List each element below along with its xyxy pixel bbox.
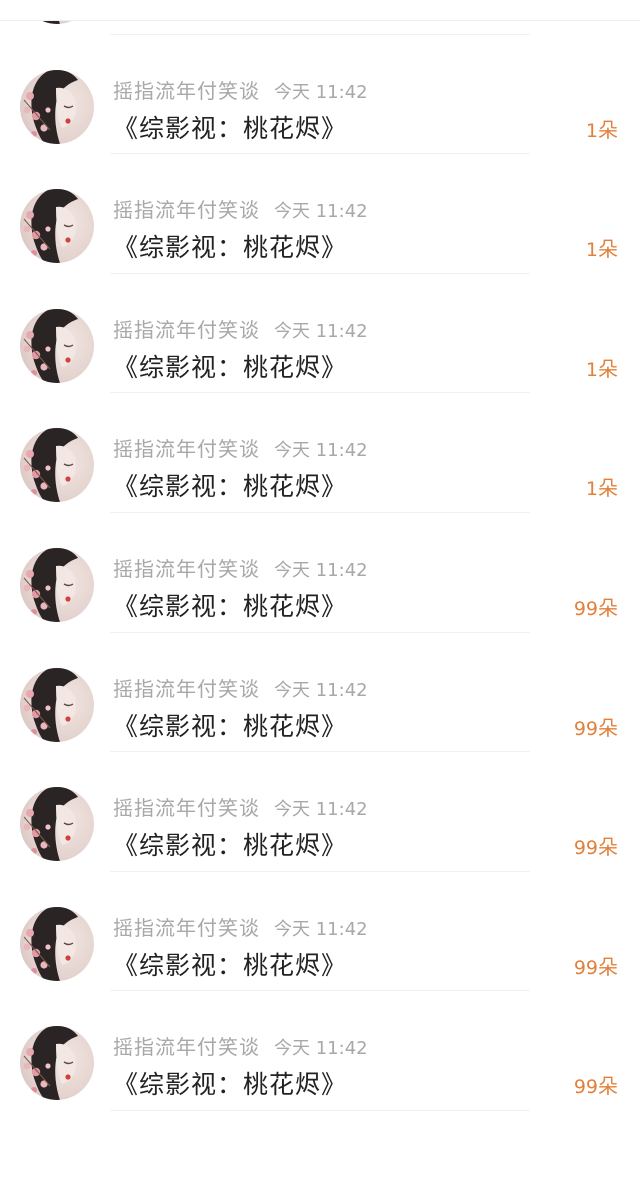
flower-amount: 99朵: [574, 951, 618, 980]
amount-number: 99: [573, 956, 598, 979]
book-title[interactable]: 《综影视：桃花烬》: [113, 707, 347, 743]
timestamp: 今天 11:42: [274, 799, 368, 821]
gift-record-page: 摇指流年付笑谈 今天 11:42 《综影视：桃花烬》 1朵 摇指流年付笑谈 今天 1…: [0, 0, 640, 1182]
user-avatar-icon: [23, 189, 78, 264]
record-meta: 摇指流年付笑谈 今天 11:42: [113, 912, 368, 941]
book-title[interactable]: 《综影视：桃花烬》: [113, 946, 347, 982]
gift-record-row[interactable]: 摇指流年付笑谈 今天 11:42 《综影视：桃花烬》 99朵: [0, 991, 640, 1111]
user-name[interactable]: 摇指流年付笑谈: [113, 437, 260, 461]
flower-amount: 1朵: [586, 472, 618, 501]
gift-record-row[interactable]: 摇指流年付笑谈今天 11:42 《综影视：桃花烬》 1朵: [0, 154, 640, 274]
user-avatar-icon: [23, 787, 78, 862]
timestamp: 今天 11:42: [274, 320, 368, 342]
amount-number: 99: [573, 597, 598, 620]
user-avatar-icon: [23, 667, 78, 742]
gift-record-row[interactable]: 摇指流年付笑谈今天 11:42 《综影视：桃花烬》 1朵: [0, 274, 640, 394]
gift-record-list[interactable]: 摇指流年付笑谈 今天 11:42 《综影视：桃花烬》 1朵 摇指流年付笑谈 今天 1…: [0, 0, 640, 1111]
record-meta: 摇指流年付笑谈 今天 11:42: [113, 673, 368, 702]
record-meta: 摇指流年付笑谈 今天 11:42: [113, 1031, 368, 1060]
timestamp: 今天 11:42: [274, 559, 368, 581]
flower-amount: 1朵: [586, 353, 618, 382]
user-avatar-icon: [23, 547, 78, 622]
user-avatar-icon: [23, 308, 78, 383]
avatar[interactable]: [20, 189, 94, 264]
record-meta: 摇指流年付笑谈 今天 11:42: [113, 792, 368, 821]
user-avatar-icon: [23, 428, 78, 503]
book-title[interactable]: 《综影视：桃花烬》: [113, 826, 347, 862]
amount-unit: 朵: [598, 476, 618, 501]
flower-amount: 99朵: [574, 831, 618, 860]
timestamp: 今天 11:42: [274, 440, 368, 462]
avatar[interactable]: [20, 906, 94, 981]
user-name[interactable]: 摇指流年付笑谈: [113, 198, 260, 222]
user-name[interactable]: 摇指流年付笑谈: [113, 79, 260, 103]
user-name[interactable]: 摇指流年付笑谈: [113, 677, 260, 701]
amount-unit: 朵: [598, 1074, 618, 1099]
book-title[interactable]: 《综影视：桃花烬》: [113, 1065, 347, 1101]
user-name[interactable]: 摇指流年付笑谈: [113, 796, 260, 820]
user-name[interactable]: 摇指流年付笑谈: [113, 318, 260, 342]
amount-unit: 朵: [598, 237, 618, 262]
user-name[interactable]: 摇指流年付笑谈: [113, 1035, 260, 1059]
book-title[interactable]: 《综影视：桃花烬》: [113, 348, 347, 384]
avatar[interactable]: [20, 428, 94, 503]
amount-unit: 朵: [598, 595, 618, 620]
amount-number: 99: [573, 717, 598, 740]
timestamp: 今天 11:42: [274, 918, 368, 940]
book-title[interactable]: 《综影视：桃花烬》: [113, 109, 347, 145]
amount-number: 99: [573, 1076, 598, 1099]
amount-number: 1: [585, 358, 598, 381]
book-title[interactable]: 《综影视：桃花烬》: [113, 228, 347, 264]
avatar[interactable]: [20, 667, 94, 742]
flower-amount: 99朵: [574, 712, 618, 741]
user-avatar-icon: [23, 906, 78, 981]
user-name[interactable]: 摇指流年付笑谈: [113, 557, 260, 581]
timestamp: 今天 11:42: [274, 1038, 368, 1060]
avatar[interactable]: [20, 1026, 94, 1101]
user-name[interactable]: 摇指流年付笑谈: [113, 916, 260, 940]
gift-record-row[interactable]: 摇指流年付笑谈 今天 11:42 《综影视：桃花烬》 99朵: [0, 872, 640, 992]
flower-amount: 1朵: [586, 233, 618, 262]
gift-record-row[interactable]: 摇指流年付笑谈 今天 11:42 《综影视：桃花烬》 99朵: [0, 752, 640, 872]
timestamp: 今天 11:42: [274, 201, 368, 223]
book-title[interactable]: 《综影视：桃花烬》: [113, 467, 347, 503]
avatar[interactable]: [20, 69, 94, 144]
gift-record-row[interactable]: 摇指流年付笑谈 今天 11:42 《综影视：桃花烬》 99朵: [0, 513, 640, 633]
record-meta: 摇指流年付笑谈 今天 11:42: [113, 75, 368, 104]
gift-record-row[interactable]: 摇指流年付笑谈今天 11:42 《综影视：桃花烬》 1朵: [0, 35, 640, 155]
avatar[interactable]: [20, 308, 94, 383]
amount-number: 1: [585, 119, 598, 142]
gift-record-row[interactable]: 摇指流年付笑谈 今天 11:42 《综影视：桃花烬》 99朵: [0, 633, 640, 753]
amount-unit: 朵: [598, 835, 618, 860]
book-title[interactable]: 《综影视：桃花烬》: [113, 587, 347, 623]
amount-unit: 朵: [598, 715, 618, 740]
user-avatar-icon: [23, 69, 78, 144]
record-meta: 摇指流年付笑谈 今天 11:42: [113, 314, 368, 343]
flower-amount: 99朵: [574, 592, 618, 621]
avatar[interactable]: [20, 787, 94, 862]
timestamp: 今天 11:42: [274, 81, 368, 103]
amount-unit: 朵: [598, 117, 618, 142]
top-bar: [0, 0, 640, 21]
user-avatar-icon: [23, 1026, 78, 1101]
amount-unit: 朵: [598, 954, 618, 979]
record-meta: 摇指流年付笑谈 今天 11:42: [113, 553, 368, 582]
gift-record-row[interactable]: 摇指流年付笑谈今天 11:42 《综影视：桃花烬》 1朵: [0, 393, 640, 513]
record-meta: 摇指流年付笑谈 今天 11:42: [113, 194, 368, 223]
timestamp: 今天 11:42: [274, 679, 368, 701]
amount-unit: 朵: [598, 356, 618, 381]
flower-amount: 1朵: [586, 114, 618, 143]
amount-number: 1: [585, 239, 598, 262]
flower-amount: 99朵: [574, 1070, 618, 1099]
amount-number: 99: [573, 837, 598, 860]
avatar[interactable]: [20, 547, 94, 622]
record-meta: 摇指流年付笑谈 今天 11:42: [113, 433, 368, 462]
amount-number: 1: [585, 478, 598, 501]
